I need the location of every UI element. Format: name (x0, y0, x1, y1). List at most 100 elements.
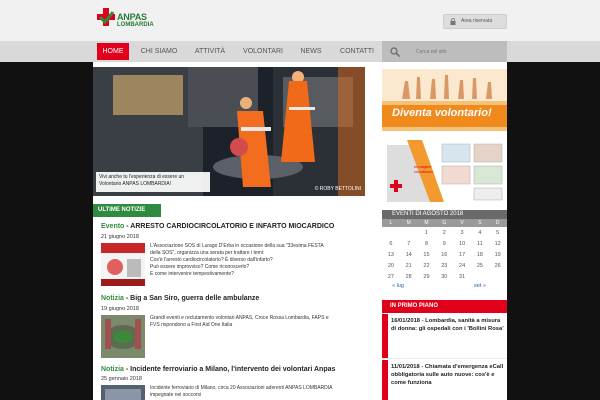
weekday-label: G (442, 220, 447, 226)
brand-guidelines-image (382, 140, 507, 202)
calendar-day[interactable]: 18 (471, 252, 489, 258)
calendar-day[interactable]: 9 (435, 241, 453, 247)
calendar-day[interactable]: 26 (489, 263, 507, 269)
calendar-day[interactable]: 16 (435, 252, 453, 258)
site-header (0, 0, 600, 41)
calendar-day[interactable]: 1 (418, 230, 436, 236)
news-stadium-thumbnail (101, 315, 145, 358)
calendar-day[interactable]: 5 (489, 230, 507, 236)
news-category: Evento (101, 223, 125, 230)
nav-chi-siamo[interactable]: CHI SIAMO (134, 41, 184, 62)
logo-title: ANPAS (117, 12, 147, 22)
news-thumbnail[interactable] (101, 315, 145, 358)
hero-photo-credit: © ROBY BETTOLINI (314, 186, 361, 192)
hero-caption: Vivi anche tu l'esperienza di essere un … (96, 172, 210, 192)
calendar-day[interactable]: 17 (453, 252, 471, 258)
news-date: 25 gennaio 2018 (101, 376, 142, 382)
news-title-text: - Big a San Siro, guerra delle ambulanze (123, 295, 260, 302)
calendar-day[interactable]: 8 (418, 241, 436, 247)
calendar-day[interactable]: 28 (400, 274, 418, 280)
calendar-weekdays: L M M G V S D (382, 219, 507, 227)
search-box (382, 41, 507, 62)
news-thumbnail[interactable] (101, 385, 145, 400)
search-input[interactable] (416, 47, 502, 57)
news-category: Notizia (101, 295, 124, 302)
reserved-area-label: Area riservata (461, 18, 493, 24)
news-summary: L'Associazione SOS di Lurago D'Erba in o… (150, 243, 324, 277)
volunteer-banner[interactable]: Diventa volontario! (382, 69, 507, 131)
logo-subtitle: LOMBARDIA (117, 22, 154, 28)
calendar-prev-month[interactable]: « lug (392, 283, 404, 289)
calendar-day[interactable]: 7 (400, 241, 418, 247)
primo-piano-date: 11/01/2018 (391, 364, 420, 370)
calendar-day[interactable]: 25 (471, 263, 489, 269)
news-title-text: - ARRESTO CARDIOCIRCOLATORIO E INFARTO M… (124, 223, 335, 230)
nav-contatti[interactable]: CONTATTI (333, 41, 381, 62)
calendar-day[interactable]: 31 (453, 274, 471, 280)
weekday-label: D (495, 220, 500, 226)
news-summary: Incidente ferroviario di Milano, circa 2… (150, 385, 333, 398)
calendar-day[interactable]: 12 (489, 241, 507, 247)
calendar-day[interactable]: 15 (418, 252, 436, 258)
logo-cross-icon (97, 8, 115, 26)
brand-image-caption: Immagine coordinata (414, 164, 433, 174)
nav-home[interactable]: HOME (97, 43, 129, 60)
nav-volontari[interactable]: VOLONTARI (238, 41, 288, 62)
calendar-day[interactable]: 11 (471, 241, 489, 247)
news-date: 19 giugno 2018 (101, 306, 139, 312)
lock-icon (450, 18, 456, 25)
calendar-day[interactable]: 24 (453, 263, 471, 269)
search-icon[interactable] (390, 47, 400, 57)
news-list: Evento - ARRESTO CARDIOCIRCOLATORIO E IN… (93, 217, 367, 400)
weekday-label: L (389, 220, 393, 226)
calendar-day[interactable]: 21 (400, 263, 418, 269)
brand-image-banner[interactable]: Immagine coordinata (382, 140, 507, 202)
raised-hands-image (382, 69, 507, 131)
events-calendar: EVENTI DI AGOSTO 2018 L M M G V S D 1234… (382, 210, 507, 292)
news-date: 21 giugno 2018 (101, 234, 139, 240)
news-title-text: - Incidente ferroviario a Milano, l'inte… (123, 366, 336, 373)
news-train-thumbnail (101, 385, 145, 400)
primo-piano-item[interactable]: 16/01/2018 - Lombardia, sanità a misura … (382, 314, 507, 358)
primo-piano-marker (382, 360, 388, 400)
calendar-day[interactable]: 20 (382, 263, 400, 269)
news-item-title[interactable]: Notizia - Incidente ferroviario a Milano… (101, 366, 335, 373)
calendar-day[interactable]: 29 (418, 274, 436, 280)
nav-news[interactable]: NEWS (294, 41, 328, 62)
latest-news-title: ULTIME NOTIZIE (93, 204, 161, 217)
primo-piano-item[interactable]: 11/01/2018 - Chiamata d'emergenza eCall … (382, 360, 507, 400)
calendar-title: EVENTI DI AGOSTO 2018 (382, 210, 507, 219)
weekday-label: S (478, 220, 482, 226)
calendar-day[interactable]: 23 (435, 263, 453, 269)
news-item-title[interactable]: Notizia - Big a San Siro, guerra delle a… (101, 295, 259, 302)
nav-attivita[interactable]: ATTIVITÀ (188, 41, 232, 62)
right-background (507, 62, 600, 400)
news-event-thumbnail (101, 243, 145, 286)
calendar-day[interactable]: 22 (418, 263, 436, 269)
news-summary: Grandi eventi e reclutamento volontari A… (150, 315, 329, 328)
news-thumbnail[interactable] (101, 243, 145, 286)
calendar-day[interactable]: 27 (382, 274, 400, 280)
calendar-day[interactable]: 14 (400, 252, 418, 258)
weekday-label: M (424, 220, 429, 226)
news-item-title[interactable]: Evento - ARRESTO CARDIOCIRCOLATORIO E IN… (101, 223, 334, 230)
calendar-day[interactable]: 2 (435, 230, 453, 236)
left-background (0, 62, 93, 400)
weekday-label: M (406, 220, 411, 226)
calendar-day[interactable]: 10 (453, 241, 471, 247)
news-category: Notizia (101, 366, 124, 373)
reserved-area-button[interactable]: Area riservata (443, 14, 507, 29)
primo-piano-date: 16/01/2018 (391, 318, 421, 324)
page: ANPAS LOMBARDIA Area riservata HOME CHI … (0, 0, 600, 400)
divider (382, 358, 507, 359)
hero-slideshow[interactable]: Vivi anche tu l'esperienza di essere un … (93, 67, 365, 196)
calendar-day[interactable]: 6 (382, 241, 400, 247)
calendar-day[interactable]: 30 (435, 274, 453, 280)
primo-piano-marker (382, 314, 388, 358)
calendar-day[interactable]: 4 (471, 230, 489, 236)
anpas-logo[interactable]: ANPAS LOMBARDIA (96, 5, 156, 37)
calendar-day[interactable]: 3 (453, 230, 471, 236)
calendar-day[interactable]: 13 (382, 252, 400, 258)
calendar-next-month[interactable]: set » (474, 283, 486, 289)
calendar-day[interactable]: 19 (489, 252, 507, 258)
